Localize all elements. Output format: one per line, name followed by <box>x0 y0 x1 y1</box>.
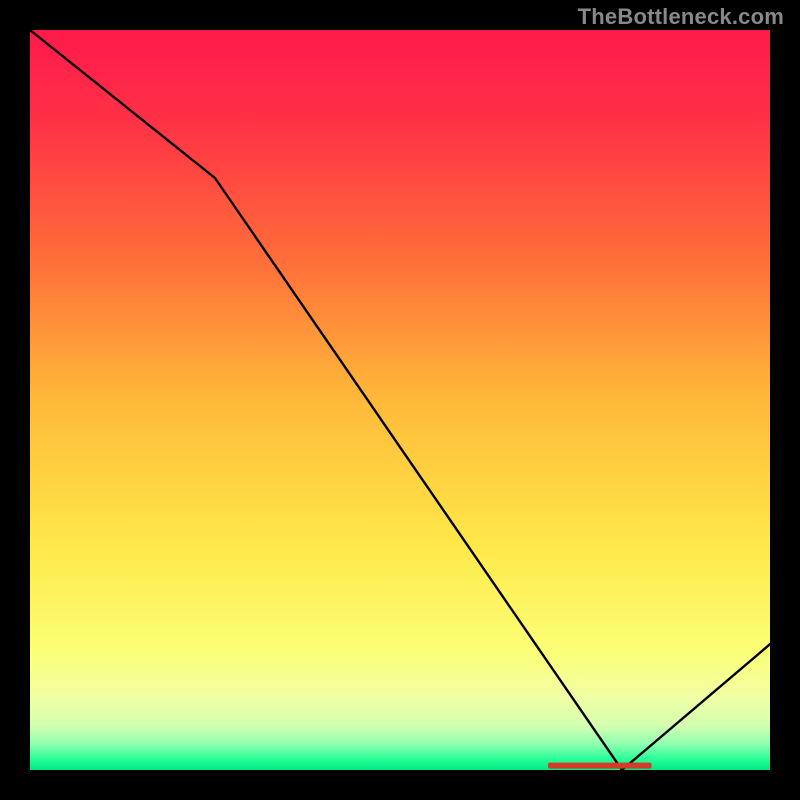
watermark-text: TheBottleneck.com <box>578 4 784 30</box>
chart-frame: TheBottleneck.com <box>0 0 800 800</box>
optimal-range-marker <box>548 763 652 769</box>
plot-area <box>30 30 770 770</box>
gradient-background <box>30 30 770 770</box>
chart-svg <box>30 30 770 770</box>
